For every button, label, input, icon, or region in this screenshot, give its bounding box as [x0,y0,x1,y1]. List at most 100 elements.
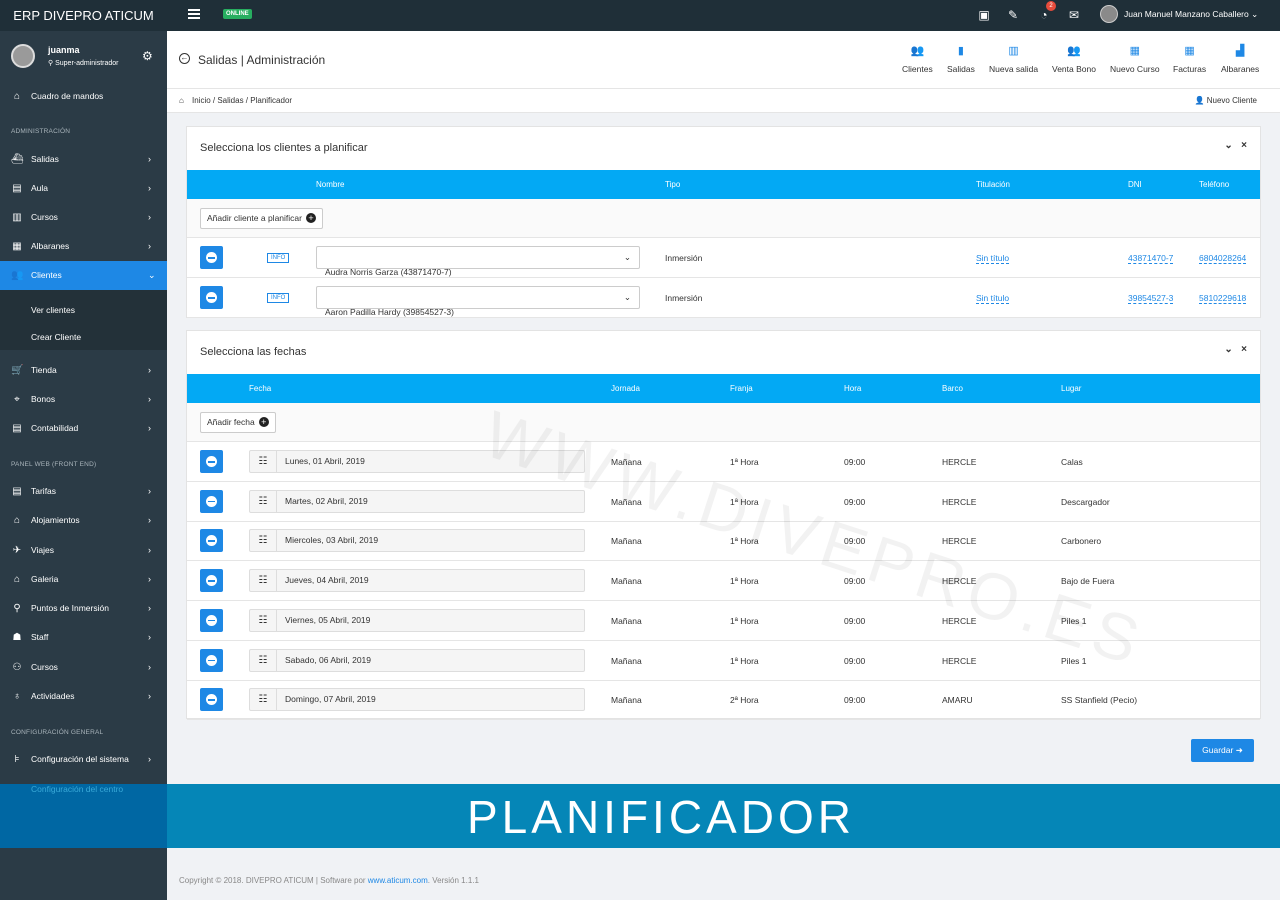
sidebar-item-cursos-web[interactable]: ⚇ Cursos › [0,653,167,682]
collapse-icon[interactable]: ⌄ [1224,140,1232,151]
sidebar-item-puntos-inmersion[interactable]: ⚲ Puntos de Inmersión › [0,594,167,623]
map-pin-icon: ⚲ [13,603,21,614]
sidebar-item-tarifas[interactable]: ▤ Tarifas › [0,477,167,506]
client-select[interactable]: Audra Norris Garza (43871470-7) ⌄ [316,246,640,277]
quick-action-facturas[interactable]: ▦ Facturas [1173,44,1206,74]
footer-link[interactable]: www.aticum.com [368,876,428,885]
sidebar-item-galeria[interactable]: ⌂ Galeria › [0,565,167,594]
profile-role: ⚲ Super-administrador [48,59,119,67]
home-icon[interactable]: ⌂ [179,89,184,113]
remove-row-button[interactable] [200,529,223,553]
plane-icon: ✈ [12,545,22,556]
sidebar-item-aula[interactable]: ▤ Aula › [0,174,167,203]
calendar-icon[interactable]: ☷ [250,451,277,472]
date-input[interactable]: ☷ Domingo, 07 Abril, 2019 [249,688,585,712]
quick-action-nuevo-curso[interactable]: ▦ Nuevo Curso [1110,44,1160,74]
column-header: Tipo [665,180,681,189]
menu-toggle-icon[interactable] [188,9,200,19]
quick-action-label: Facturas [1173,64,1207,74]
cell-titulacion[interactable]: Sin título [976,293,1010,304]
calendar-icon[interactable]: ☷ [250,609,277,631]
quick-action-albaranes[interactable]: ▟ Albaranes [1221,44,1259,74]
table-row: ☷ Domingo, 07 Abril, 2019 Mañana 2ª Hora 09:… [187,680,1260,721]
sidebar-item-bonos[interactable]: ⌖ Bonos › [0,385,167,414]
chevron-right-icon: › [148,754,151,764]
close-icon[interactable]: × [1241,140,1247,151]
calendar-icon[interactable]: ☷ [250,689,277,711]
clients-table-header: Nombre Tipo Titulación DNI Teléfono [187,170,1260,199]
date-input[interactable]: ☷ Miercoles, 03 Abril, 2019 [249,529,585,553]
gear-icon[interactable]: ⚙ [142,49,153,63]
sidebar-item-tienda[interactable]: 🛒 Tienda › [0,356,167,385]
sidebar-item-config-sistema[interactable]: ⊧ Configuración del sistema › [0,745,167,774]
brand-logo[interactable]: ERP DIVEPRO ATICUM [0,0,167,31]
quick-action-venta-bono[interactable]: 👥 Venta Bono [1052,44,1096,74]
cell-titulacion[interactable]: Sin título [976,253,1010,264]
sidebar-item-contabilidad[interactable]: ▤ Contabilidad › [0,414,167,443]
sidebar-item-config-centro[interactable]: Configuración del centro [31,784,123,794]
submenu-ver-clientes[interactable]: Ver clientes [31,305,75,315]
client-select[interactable]: Aaron Padilla Hardy (39854527-3) ⌄ [316,286,640,317]
close-icon[interactable]: × [1241,344,1247,355]
edit-icon[interactable]: ✎ [1006,8,1020,22]
remove-row-button[interactable] [200,246,223,269]
sidebar-item-albaranes[interactable]: ▦ Albaranes › [0,232,167,261]
user-name: Juan Manuel Manzano Caballero [1124,9,1249,19]
quick-action-salidas[interactable]: ▮ Salidas [947,44,975,74]
remove-row-button[interactable] [200,569,223,593]
date-input[interactable]: ☷ Sabado, 06 Abril, 2019 [249,648,585,672]
collapse-icon[interactable]: ⌄ [1224,344,1232,355]
cell-telefono[interactable]: 5810229618 [1199,293,1247,304]
calendar-icon[interactable]: ☷ [250,649,277,671]
add-client-button[interactable]: Añadir cliente a planificar + [200,208,323,229]
cell-jornada: Mañana [611,576,642,587]
remove-row-button[interactable] [200,688,223,712]
date-input[interactable]: ☷ Viernes, 05 Abril, 2019 [249,608,585,632]
sidebar-item-clientes[interactable]: 👥 Clientes ⌄ [0,261,167,290]
remove-row-button[interactable] [200,450,223,473]
cell-dni[interactable]: 39854527-3 [1128,293,1174,304]
cell-dni[interactable]: 43871470-7 [1128,253,1174,264]
calendar-icon[interactable]: ☷ [250,490,277,512]
save-button[interactable]: Guardar ➜ [1191,739,1254,762]
quick-action-nueva-salida[interactable]: ▥ Nueva salida [989,44,1038,74]
sidebar-item-cursos[interactable]: ▥ Cursos › [0,203,167,232]
sidebar-item-label: Cursos [31,662,58,672]
user-avatar[interactable] [1100,5,1118,23]
calendar-icon[interactable]: ☷ [250,570,277,592]
info-badge[interactable]: INFO [267,293,290,303]
back-arrow-icon[interactable]: ← [179,53,190,64]
date-input[interactable]: ☷ Martes, 02 Abril, 2019 [249,489,585,513]
submenu-crear-cliente[interactable]: Crear Cliente [31,332,81,342]
sidebar-item-actividades[interactable]: ♁ Actividades › [0,682,167,711]
bank-icon: ⌂ [13,574,21,585]
chevron-right-icon: › [148,574,151,584]
add-date-button[interactable]: Añadir fecha + [200,412,276,433]
cell-telefono[interactable]: 6804028264 [1199,253,1247,264]
sidebar-item-dashboard[interactable]: ⌂ Cuadro de mandos [0,82,167,111]
sidebar-item-staff[interactable]: ☗ Staff › [0,623,167,652]
info-badge[interactable]: INFO [267,253,290,263]
cell-lugar: SS Stanfield (Pecio) [1061,695,1138,706]
user-menu[interactable]: Juan Manuel Manzano Caballero ⌄ [1124,0,1258,29]
remove-row-button[interactable] [200,489,223,513]
new-client-link[interactable]: 👤 Nuevo Cliente [1195,89,1257,113]
breadcrumb-trail[interactable]: Inicio / Salidas / Planificador [192,89,292,113]
chat-icon[interactable]: ✉ [1067,8,1081,22]
remove-row-button[interactable] [200,286,223,309]
calendar-icon[interactable]: ☷ [250,530,277,552]
section-title-admin: ADMINISTRACIÓN [11,128,71,135]
top-bar: ERP DIVEPRO ATICUM ONLINE ▣ ✎ ◔ 2 ✉ Juan… [0,0,1280,31]
cell-jornada: Mañana [611,615,642,626]
sidebar-item-salidas[interactable]: ⛴ Salidas › [0,145,167,174]
remove-row-button[interactable] [200,608,223,632]
table-row: ☷ Miercoles, 03 Abril, 2019 Mañana 1ª Hora 0… [187,521,1260,562]
remove-row-button[interactable] [200,648,223,672]
date-input[interactable]: ☷ Lunes, 01 Abril, 2019 [249,450,585,473]
quick-action-clientes[interactable]: 👥 Clientes [902,44,933,74]
chevron-right-icon: › [148,154,151,164]
sidebar-item-alojamientos[interactable]: ⌂ Alojamientos › [0,506,167,535]
contacts-icon[interactable]: ▣ [977,8,991,22]
sidebar-item-viajes[interactable]: ✈ Viajes › [0,536,167,565]
date-input[interactable]: ☷ Jueves, 04 Abril, 2019 [249,569,585,593]
